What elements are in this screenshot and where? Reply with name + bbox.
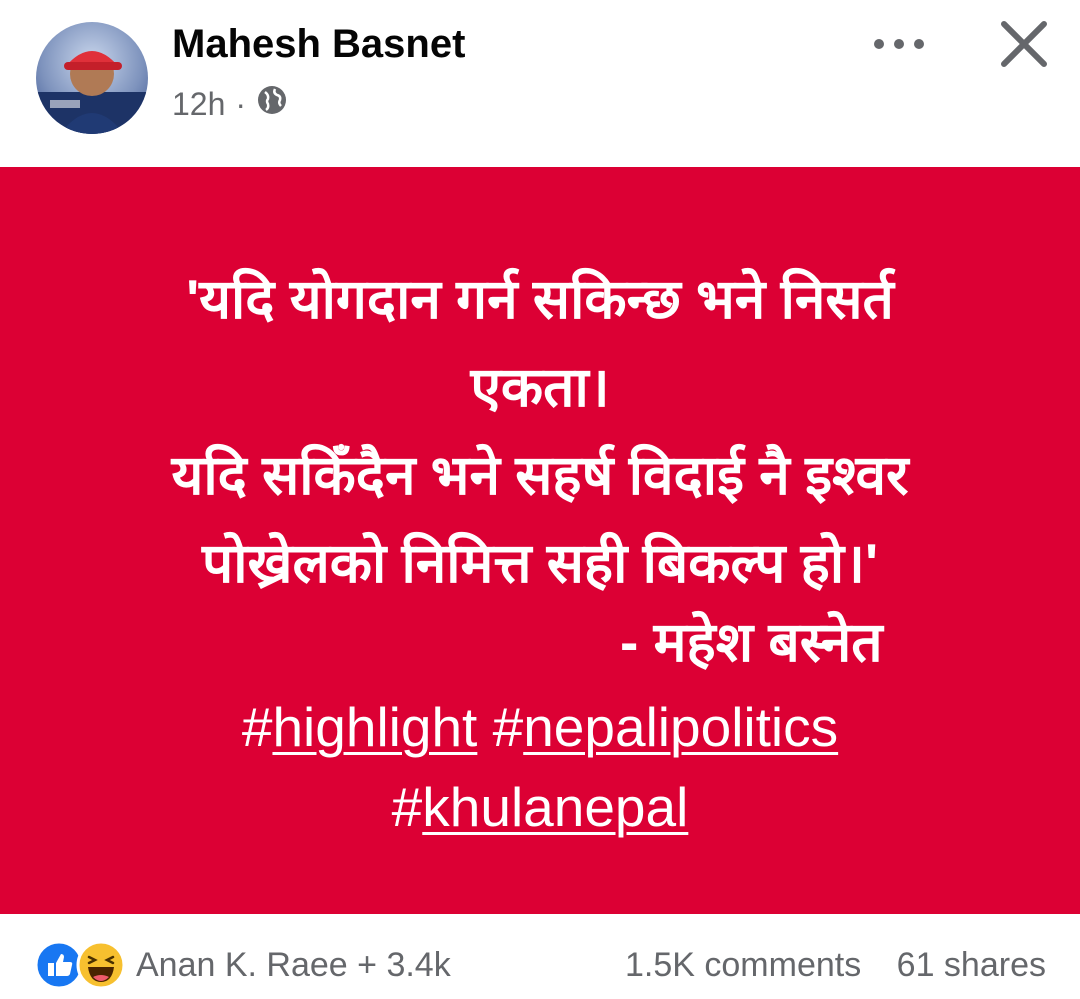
post-quote: 'यदि योगदान गर्न सकिन्छ भने निसर्त एकता।… [0,255,1080,607]
hashtag-link[interactable]: #khulanepal [392,776,689,838]
post-time[interactable]: 12h [172,86,225,123]
globe-icon[interactable] [256,84,288,124]
reaction-summary[interactable]: Anan K. Raee + 3.4k [136,946,451,985]
close-icon [1001,21,1047,67]
author-avatar[interactable] [36,22,148,134]
meta-separator: · [235,85,247,122]
post-content: 'यदि योगदान गर्न सकिन्छ भने निसर्त एकता।… [0,167,1080,914]
post-footer: Anan K. Raee + 3.4k 1.5K comments 61 sha… [0,914,1080,999]
engagement-counts: 1.5K comments 61 shares [625,946,1046,985]
comments-count[interactable]: 1.5K comments [625,946,861,984]
post-meta: 12h · [172,84,288,124]
hashtags: #highlight #nepalipolitics #khulanepal [0,687,1080,847]
quote-line: पोख्रेलको निमित्त सही बिकल्प हो।' [201,532,879,594]
reaction-icons[interactable] [34,940,126,990]
quote-line: यदि सकिँदैन भने सहर्ष विदाई नै इश्वर [171,444,909,506]
quote-line: एकता। [470,356,610,418]
hashtag-link[interactable]: #highlight [242,696,477,758]
hashtag-link[interactable]: #nepalipolitics [493,696,839,758]
more-options-button[interactable] [866,24,932,64]
quote-line: 'यदि योगदान गर्न सकिन्छ भने निसर्त [186,268,894,330]
close-button[interactable] [994,14,1054,74]
shares-count[interactable]: 61 shares [897,946,1046,984]
author-name[interactable]: Mahesh Basnet [172,22,465,67]
more-dots-icon [874,39,924,49]
post-header: Mahesh Basnet 12h · [0,0,1080,165]
haha-icon [76,940,126,990]
quote-attribution: - महेश बस्नेत [620,611,883,673]
